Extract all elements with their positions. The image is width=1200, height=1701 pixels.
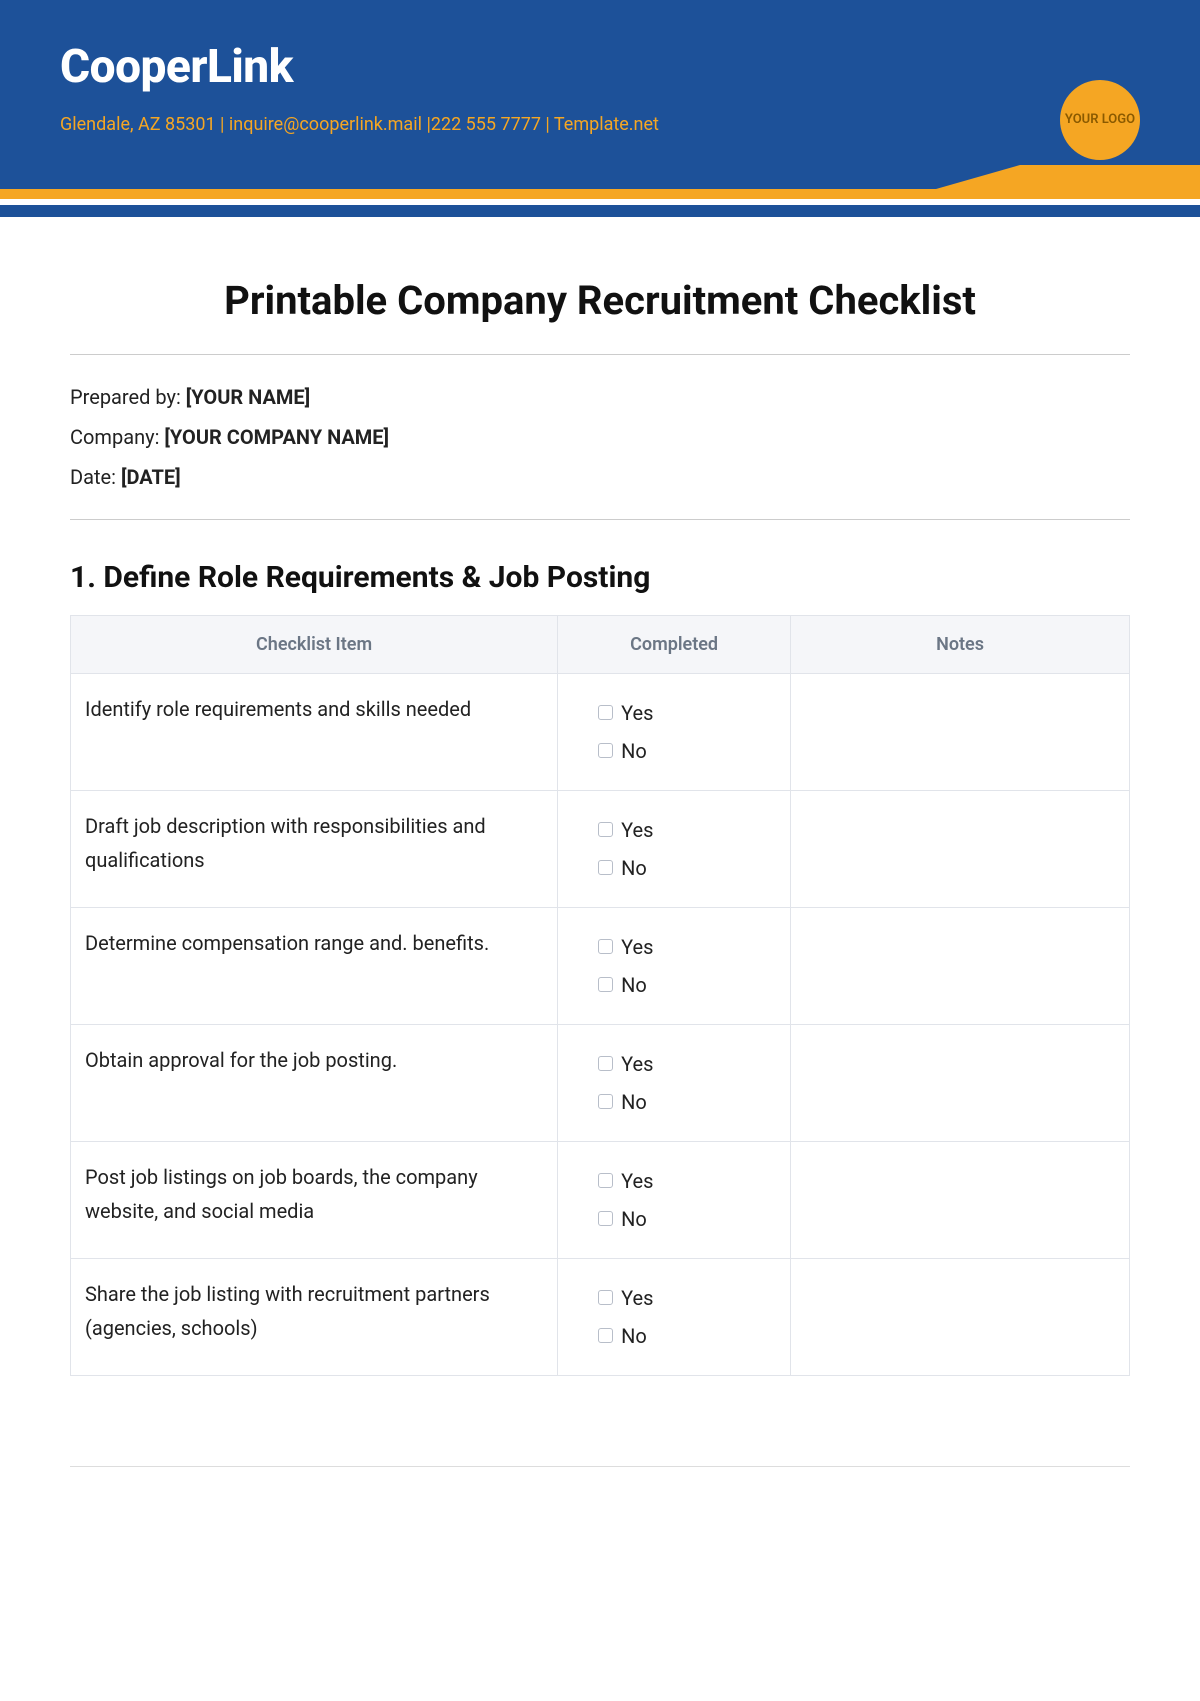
meta-date-label: Date: bbox=[70, 465, 121, 489]
checklist-item-text: Post job listings on job boards, the com… bbox=[71, 1142, 558, 1259]
header-accent bbox=[0, 165, 1200, 189]
header-accent-shape bbox=[0, 165, 1200, 189]
checklist-completed-cell: Yes No bbox=[558, 791, 791, 908]
checklist-item-text: Obtain approval for the job posting. bbox=[71, 1025, 558, 1142]
checkbox-yes[interactable] bbox=[598, 705, 613, 720]
table-header-row: Checklist Item Completed Notes bbox=[71, 616, 1130, 674]
checkbox-yes-row: Yes bbox=[598, 813, 776, 847]
brand-name: CooperLink bbox=[60, 40, 1140, 94]
meta-company-label: Company: bbox=[70, 425, 164, 449]
checkbox-yes[interactable] bbox=[598, 1173, 613, 1188]
checklist-notes-cell[interactable] bbox=[791, 908, 1130, 1025]
checkbox-no[interactable] bbox=[598, 1094, 613, 1109]
meta-rule bbox=[70, 519, 1130, 520]
meta-date-value: [DATE] bbox=[121, 465, 181, 489]
checkbox-no-row: No bbox=[598, 851, 776, 885]
checkbox-yes[interactable] bbox=[598, 1290, 613, 1305]
checkbox-yes-row: Yes bbox=[598, 696, 776, 730]
meta-company: Company: [YOUR COMPANY NAME] bbox=[70, 425, 1130, 449]
table-row: Obtain approval for the job posting. Yes N… bbox=[71, 1025, 1130, 1142]
table-row: Draft job description with responsibilit… bbox=[71, 791, 1130, 908]
document-content: Printable Company Recruitment Checklist … bbox=[0, 217, 1200, 1416]
section-heading: 1. Define Role Requirements & Job Postin… bbox=[70, 560, 1130, 595]
checkbox-yes-row: Yes bbox=[598, 1164, 776, 1198]
checklist-completed-cell: Yes No bbox=[558, 1142, 791, 1259]
checkbox-yes-row: Yes bbox=[598, 1047, 776, 1081]
orange-divider bbox=[0, 189, 1200, 199]
table-row: Identify role requirements and skills ne… bbox=[71, 674, 1130, 791]
checklist-item-text: Share the job listing with recruitment p… bbox=[71, 1259, 558, 1376]
checkbox-no-row: No bbox=[598, 1202, 776, 1236]
checkbox-yes[interactable] bbox=[598, 939, 613, 954]
document-title: Printable Company Recruitment Checklist bbox=[70, 277, 1130, 324]
checkbox-yes[interactable] bbox=[598, 1056, 613, 1071]
checkbox-yes-row: Yes bbox=[598, 930, 776, 964]
logo-placeholder-text: YOUR LOGO bbox=[1065, 112, 1135, 128]
meta-prepared: Prepared by: [YOUR NAME] bbox=[70, 385, 1130, 409]
checklist-item-text: Identify role requirements and skills ne… bbox=[71, 674, 558, 791]
meta-prepared-label: Prepared by: bbox=[70, 385, 186, 409]
checkbox-no[interactable] bbox=[598, 977, 613, 992]
checklist-item-text: Draft job description with responsibilit… bbox=[71, 791, 558, 908]
blue-divider bbox=[0, 205, 1200, 217]
logo-placeholder: YOUR LOGO bbox=[1060, 80, 1140, 160]
checkbox-no[interactable] bbox=[598, 1211, 613, 1226]
table-row: Share the job listing with recruitment p… bbox=[71, 1259, 1130, 1376]
checkbox-yes-row: Yes bbox=[598, 1281, 776, 1315]
table-row: Post job listings on job boards, the com… bbox=[71, 1142, 1130, 1259]
checkbox-yes[interactable] bbox=[598, 822, 613, 837]
checklist-notes-cell[interactable] bbox=[791, 1142, 1130, 1259]
checklist-notes-cell[interactable] bbox=[791, 1259, 1130, 1376]
checkbox-no[interactable] bbox=[598, 1328, 613, 1343]
meta-company-value: [YOUR COMPANY NAME] bbox=[164, 425, 389, 449]
meta-date: Date: [DATE] bbox=[70, 465, 1130, 489]
meta-prepared-value: [YOUR NAME] bbox=[186, 385, 310, 409]
title-rule bbox=[70, 354, 1130, 355]
checklist-notes-cell[interactable] bbox=[791, 1025, 1130, 1142]
checkbox-no-row: No bbox=[598, 734, 776, 768]
checklist-completed-cell: Yes No bbox=[558, 1025, 791, 1142]
col-header-item: Checklist Item bbox=[71, 616, 558, 674]
checklist-notes-cell[interactable] bbox=[791, 674, 1130, 791]
col-header-notes: Notes bbox=[791, 616, 1130, 674]
checklist-completed-cell: Yes No bbox=[558, 1259, 791, 1376]
checkbox-no-row: No bbox=[598, 1319, 776, 1353]
footer-rule bbox=[70, 1466, 1130, 1467]
table-row: Determine compensation range and. benefi… bbox=[71, 908, 1130, 1025]
checklist-table: Checklist Item Completed Notes Identify … bbox=[70, 615, 1130, 1376]
contact-line: Glendale, AZ 85301 | inquire@cooperlink.… bbox=[60, 114, 1140, 135]
checkbox-no[interactable] bbox=[598, 743, 613, 758]
col-header-completed: Completed bbox=[558, 616, 791, 674]
checklist-item-text: Determine compensation range and. benefi… bbox=[71, 908, 558, 1025]
checkbox-no[interactable] bbox=[598, 860, 613, 875]
checklist-completed-cell: Yes No bbox=[558, 908, 791, 1025]
checkbox-no-row: No bbox=[598, 1085, 776, 1119]
checkbox-no-row: No bbox=[598, 968, 776, 1002]
checklist-notes-cell[interactable] bbox=[791, 791, 1130, 908]
checklist-completed-cell: Yes No bbox=[558, 674, 791, 791]
document-header: CooperLink Glendale, AZ 85301 | inquire@… bbox=[0, 0, 1200, 165]
